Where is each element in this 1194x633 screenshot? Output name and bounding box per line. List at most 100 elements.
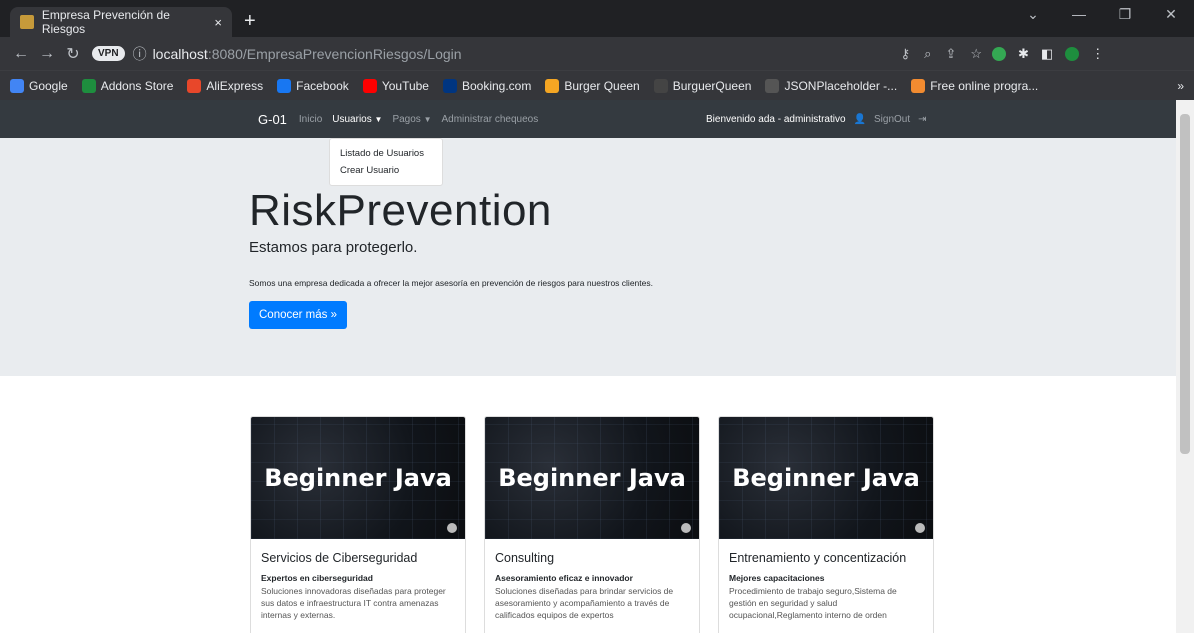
conocer-mas-button[interactable]: Conocer más » — [249, 301, 347, 329]
card-text: Procedimiento de trabajo seguro,Sistema … — [729, 586, 897, 620]
freecode-icon — [911, 78, 926, 93]
bookmark-label: Google — [29, 78, 68, 93]
more-bookmarks-icon[interactable]: » — [1177, 79, 1184, 93]
omnibox-actions: ⚷ ⌕ ⇪ ☆ — [901, 46, 992, 62]
shield-extension-icon[interactable] — [1065, 46, 1080, 61]
nav-item-pagos-label: Pagos — [392, 113, 421, 125]
bookmark-label: Free online progra... — [930, 78, 1039, 93]
bookmark-star-icon[interactable]: ☆ — [970, 46, 982, 62]
forward-icon[interactable]: → — [34, 45, 60, 63]
back-icon[interactable]: ← — [8, 45, 34, 63]
extensions-puzzle-icon[interactable]: ✱ — [1018, 46, 1029, 62]
key-icon[interactable]: ⚷ — [901, 46, 911, 62]
card-image-text: Beginner Java — [498, 464, 686, 492]
bookmark-label: BurguerQueen — [672, 78, 752, 93]
card-title: Consulting — [495, 551, 555, 565]
new-tab-icon[interactable]: + — [244, 7, 256, 37]
bookmark-item[interactable]: BurguerQueen — [653, 78, 752, 93]
bookmark-label: Booking.com — [461, 78, 532, 93]
booking-icon — [442, 78, 457, 93]
bookmark-item[interactable]: YouTube — [362, 78, 429, 93]
extensions-area: ✱ ◧ ⋮ — [992, 46, 1104, 62]
card-image-text: Beginner Java — [732, 464, 920, 492]
hero-jumbotron: RiskPrevention Estamos para protegerlo. … — [0, 138, 1194, 376]
bookmark-item[interactable]: Free online progra... — [911, 78, 1039, 93]
nav-item-pagos[interactable]: Pagos ▼ — [392, 114, 431, 125]
nav-item-inicio[interactable]: Inicio — [299, 114, 322, 125]
bookmark-label: Addons Store — [100, 78, 174, 93]
tab-search-chevron-icon[interactable]: ⌄ — [1010, 6, 1056, 23]
bookmark-label: Facebook — [296, 78, 349, 93]
card-body: Servicios de Ciberseguridad Expertos en c… — [251, 539, 465, 633]
card-image: Beginner Java — [719, 417, 933, 539]
card-image: Beginner Java — [485, 417, 699, 539]
side-panel-icon[interactable]: ◧ — [1041, 46, 1053, 62]
browser-chrome: Empresa Prevención de Riesgos × + ⌄ — ❐ … — [0, 0, 1194, 100]
bookmark-item[interactable]: Facebook — [277, 78, 349, 93]
dropdown-item-crear[interactable]: Crear Usuario — [330, 162, 442, 179]
bookmark-label: YouTube — [381, 78, 429, 93]
url-host: localhost — [152, 45, 208, 62]
cards-row: Beginner Java Servicios de Ciberseguridad… — [0, 376, 1194, 633]
service-card: Beginner Java Consulting Asesoramiento efi… — [484, 416, 700, 633]
caret-down-icon: ▼ — [374, 114, 383, 124]
bookmark-item[interactable]: Booking.com — [442, 78, 532, 93]
reload-icon[interactable]: ↻ — [60, 44, 86, 64]
adblock-extension-icon[interactable] — [992, 46, 1006, 61]
navbar-user-area: Bienvenido ada - administrativo 👤 SignOu… — [706, 114, 927, 125]
card-subtitle: Asesoramiento eficaz e innovador — [495, 573, 633, 583]
burger-icon — [545, 78, 560, 93]
bookmark-item[interactable]: Google — [10, 78, 68, 93]
card-image-text: Beginner Java — [264, 464, 452, 492]
nav-item-administrar-chequeos[interactable]: Administrar chequeos — [442, 114, 539, 125]
page-scrollbar[interactable] — [1176, 100, 1194, 633]
close-window-icon[interactable]: ✕ — [1148, 6, 1194, 23]
bookmark-item[interactable]: Addons Store — [81, 78, 174, 93]
nav-item-usuarios-label: Usuarios — [332, 113, 372, 125]
vpn-badge[interactable]: VPN — [92, 46, 125, 61]
restore-icon[interactable]: ❐ — [1102, 6, 1148, 23]
card-title: Entrenamiento y concentización — [729, 551, 907, 565]
card-image-logo-icon — [447, 523, 457, 533]
welcome-text: Bienvenido ada - administrativo — [706, 113, 846, 125]
site-favicon-icon — [20, 15, 34, 29]
navbar-brand[interactable]: G-01 — [258, 112, 287, 127]
card-image-logo-icon — [915, 523, 925, 533]
signout-icon[interactable]: ⇥ — [918, 114, 926, 125]
menu-kebab-icon[interactable]: ⋮ — [1091, 46, 1104, 62]
hero-title: RiskPrevention — [249, 186, 552, 235]
card-subtitle: Expertos en ciberseguridad — [261, 573, 373, 583]
facebook-icon — [277, 78, 292, 93]
site-info-icon[interactable]: ⓘ — [133, 44, 147, 64]
user-cog-icon: 👤 — [853, 113, 866, 125]
browser-tab[interactable]: Empresa Prevención de Riesgos × — [10, 7, 232, 37]
share-icon[interactable]: ⇪ — [945, 46, 956, 62]
minimize-icon[interactable]: — — [1056, 6, 1102, 23]
tab-close-icon[interactable]: × — [214, 15, 222, 30]
angular-icon — [653, 78, 668, 93]
caret-down-icon: ▼ — [423, 114, 432, 124]
bookmark-item[interactable]: AliExpress — [187, 78, 263, 93]
scrollbar-thumb[interactable] — [1180, 114, 1190, 454]
bookmark-label: JSONPlaceholder -... — [784, 78, 898, 93]
web-page: G-01 Inicio Usuarios ▼ Pagos ▼ Administr… — [0, 100, 1194, 633]
address-bar[interactable]: VPN ⓘ localhost :8080/EmpresaPrevencionR… — [92, 40, 992, 68]
hero-text: Somos una empresa dedicada a ofrecer la … — [249, 278, 653, 288]
card-image: Beginner Java — [251, 417, 465, 539]
bookmark-item[interactable]: Burger Queen — [545, 78, 640, 93]
zoom-icon[interactable]: ⌕ — [924, 46, 931, 62]
browser-toolbar: ← → ↻ VPN ⓘ localhost :8080/EmpresaPreve… — [0, 37, 1194, 70]
addons-icon — [81, 78, 96, 93]
aliexpress-icon — [187, 78, 202, 93]
nav-item-usuarios[interactable]: Usuarios ▼ — [332, 114, 382, 125]
service-card: Beginner Java Servicios de Ciberseguridad… — [250, 416, 466, 633]
signout-link[interactable]: SignOut — [874, 114, 910, 125]
bookmark-item[interactable]: JSONPlaceholder -... — [765, 78, 898, 93]
url-path: :8080/EmpresaPrevencionRiesgos/Login — [207, 45, 462, 62]
card-title: Servicios de Ciberseguridad — [261, 551, 418, 565]
site-navbar: G-01 Inicio Usuarios ▼ Pagos ▼ Administr… — [0, 100, 1194, 138]
tab-title: Empresa Prevención de Riesgos — [41, 8, 170, 36]
dropdown-item-listado[interactable]: Listado de Usuarios — [330, 145, 442, 162]
service-card: Beginner Java Entrenamiento y concentizac… — [718, 416, 934, 633]
card-body: Entrenamiento y concentización Mejores ca… — [719, 539, 933, 633]
